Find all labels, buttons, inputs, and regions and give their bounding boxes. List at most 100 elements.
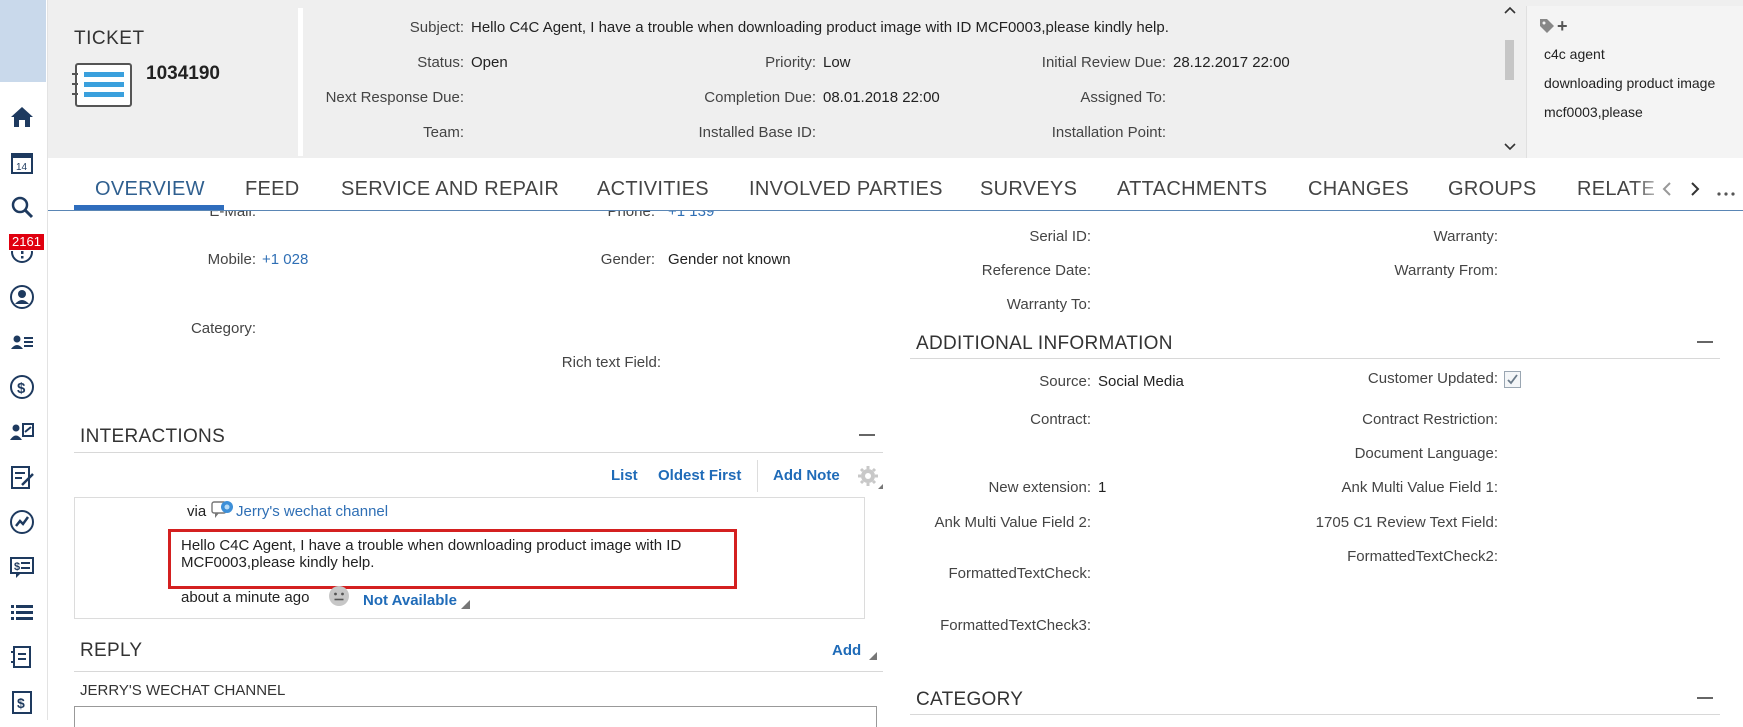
sales-icon[interactable]: $ bbox=[6, 371, 38, 403]
ticket-header: TICKET 1034190 Subject: Hello C4C Agent,… bbox=[48, 0, 1743, 158]
category-section-title: CATEGORY bbox=[916, 689, 1024, 710]
tag-item[interactable]: downloading product image bbox=[1544, 75, 1715, 91]
tab-attachments[interactable]: ATTACHMENTS bbox=[1117, 178, 1267, 201]
formatted-text-3-label: FormattedTextCheck3: bbox=[940, 617, 1091, 634]
neutral-face-icon bbox=[329, 586, 349, 606]
tags-panel: + c4c agent downloading product image mc… bbox=[1526, 6, 1743, 158]
source-value: Social Media bbox=[1098, 373, 1184, 390]
tab-surveys[interactable]: SURVEYS bbox=[980, 178, 1077, 201]
tab-service-and-repair[interactable]: SERVICE AND REPAIR bbox=[341, 178, 559, 201]
more-options-icon[interactable] bbox=[1716, 191, 1736, 197]
tag-icon bbox=[1540, 19, 1554, 33]
contract-restriction-label: Contract Restriction: bbox=[1362, 411, 1498, 428]
invoice-icon[interactable]: $ bbox=[6, 686, 38, 718]
ticket-icon bbox=[72, 62, 134, 113]
home-icon[interactable] bbox=[6, 101, 38, 133]
tab-scroll-right-icon[interactable] bbox=[1689, 181, 1701, 197]
product-icon[interactable] bbox=[6, 641, 38, 673]
add-tag-button[interactable]: + bbox=[1557, 16, 1568, 37]
header-divider bbox=[298, 8, 303, 156]
email-label: E-Mail: bbox=[209, 211, 256, 220]
settings-gear-icon[interactable] bbox=[856, 465, 884, 491]
reply-text-area[interactable] bbox=[74, 706, 877, 727]
tab-activities[interactable]: ACTIVITIES bbox=[597, 178, 709, 201]
collapse-category-icon[interactable] bbox=[1697, 697, 1713, 699]
cut-off-row: E-Mail: Phone: +1 139 bbox=[40, 211, 840, 225]
svg-text:$: $ bbox=[17, 695, 25, 711]
search-icon[interactable] bbox=[6, 191, 38, 223]
list-icon[interactable] bbox=[6, 596, 38, 628]
header-scrollbar[interactable] bbox=[1501, 2, 1519, 154]
warranty-to-label: Warranty To: bbox=[1006, 296, 1091, 313]
tab-groups[interactable]: GROUPS bbox=[1448, 178, 1536, 201]
channel-link[interactable]: Jerry's wechat channel bbox=[236, 503, 388, 520]
svg-text:$: $ bbox=[14, 561, 20, 573]
report-icon[interactable] bbox=[6, 461, 38, 493]
tab-involved-parties[interactable]: INVOLVED PARTIES bbox=[749, 178, 943, 201]
add-note-button[interactable]: Add Note bbox=[773, 467, 840, 484]
analytics-icon[interactable] bbox=[6, 506, 38, 538]
scroll-down-icon[interactable] bbox=[1504, 143, 1516, 151]
tab-scroll-left-icon[interactable] bbox=[1661, 181, 1673, 197]
review-text-field-label: 1705 C1 Review Text Field: bbox=[1315, 514, 1498, 531]
svg-text:14: 14 bbox=[16, 162, 28, 173]
reply-title: REPLY bbox=[80, 640, 143, 661]
formatted-text-label: FormattedTextCheck: bbox=[948, 565, 1091, 582]
source-label: Source: bbox=[1039, 373, 1091, 390]
tag-item[interactable]: mcf0003,please bbox=[1544, 104, 1643, 120]
priority-label: Priority: bbox=[765, 54, 816, 71]
mobile-link[interactable]: +1 028 bbox=[262, 251, 308, 268]
quote-icon[interactable]: $ bbox=[6, 551, 38, 583]
dropdown-corner-icon[interactable] bbox=[869, 652, 877, 660]
contract-label: Contract: bbox=[1030, 411, 1091, 428]
availability-status[interactable]: Not Available bbox=[363, 592, 457, 609]
status-value: Open bbox=[471, 54, 508, 71]
list-button[interactable]: List bbox=[611, 467, 638, 484]
subject-value: Hello C4C Agent, I have a trouble when d… bbox=[471, 19, 1169, 36]
oldest-first-button[interactable]: Oldest First bbox=[658, 467, 741, 484]
phone-link[interactable]: +1 139 bbox=[668, 211, 714, 220]
reply-add-button[interactable]: Add bbox=[832, 642, 861, 659]
calendar-icon[interactable]: 14 bbox=[6, 147, 38, 179]
collapse-additional-icon[interactable] bbox=[1697, 341, 1713, 343]
scroll-up-icon[interactable] bbox=[1504, 6, 1516, 14]
status-label: Status: bbox=[417, 54, 464, 71]
contacts-icon[interactable] bbox=[6, 326, 38, 358]
mobile-label: Mobile: bbox=[207, 251, 256, 268]
checkmark-icon bbox=[1507, 374, 1518, 385]
service-icon[interactable] bbox=[6, 416, 38, 448]
dropdown-corner-icon[interactable] bbox=[461, 600, 470, 609]
interactions-title: INTERACTIONS bbox=[80, 426, 226, 447]
account-icon[interactable] bbox=[6, 281, 38, 313]
tag-item[interactable]: c4c agent bbox=[1544, 46, 1605, 62]
via-label: via bbox=[187, 503, 207, 520]
rich-text-label: Rich text Field: bbox=[561, 354, 661, 371]
reference-date-label: Reference Date: bbox=[981, 262, 1091, 279]
object-type-label: TICKET bbox=[74, 28, 145, 49]
svg-text:$: $ bbox=[17, 380, 26, 397]
section-divider bbox=[74, 452, 883, 453]
collapse-interactions-icon[interactable] bbox=[859, 434, 875, 436]
subject-label: Subject: bbox=[409, 19, 464, 36]
timestamp: about a minute ago bbox=[181, 589, 310, 606]
new-extension-label: New extension: bbox=[988, 479, 1091, 496]
reply-channel-title: JERRY'S WECHAT CHANNEL bbox=[80, 682, 286, 699]
next-response-label: Next Response Due: bbox=[325, 89, 464, 106]
tab-feed[interactable]: FEED bbox=[245, 178, 300, 201]
scrollbar-thumb[interactable] bbox=[1505, 40, 1514, 80]
customer-updated-checkbox[interactable] bbox=[1504, 371, 1521, 388]
formatted-text-2-label: FormattedTextCheck2: bbox=[1347, 548, 1498, 565]
serial-id-label: Serial ID: bbox=[1029, 228, 1091, 245]
category-label: Category: bbox=[190, 320, 256, 337]
section-divider bbox=[910, 714, 1720, 715]
navigation-rail: 14 2161 $ $ $ bbox=[0, 0, 48, 720]
additional-info-title: ADDITIONAL INFORMATION bbox=[916, 333, 1173, 354]
document-language-label: Document Language: bbox=[1354, 445, 1498, 462]
initial-review-value: 28.12.2017 22:00 bbox=[1173, 54, 1290, 71]
ticket-id-box: TICKET 1034190 bbox=[48, 0, 298, 158]
notification-badge[interactable]: 2161 bbox=[8, 233, 45, 251]
initial-review-label: Initial Review Due: bbox=[1041, 54, 1166, 71]
ank-multi-2-label: Ank Multi Value Field 2: bbox=[934, 514, 1091, 531]
tab-overview[interactable]: OVERVIEW bbox=[95, 178, 205, 201]
tab-changes[interactable]: CHANGES bbox=[1308, 178, 1409, 201]
